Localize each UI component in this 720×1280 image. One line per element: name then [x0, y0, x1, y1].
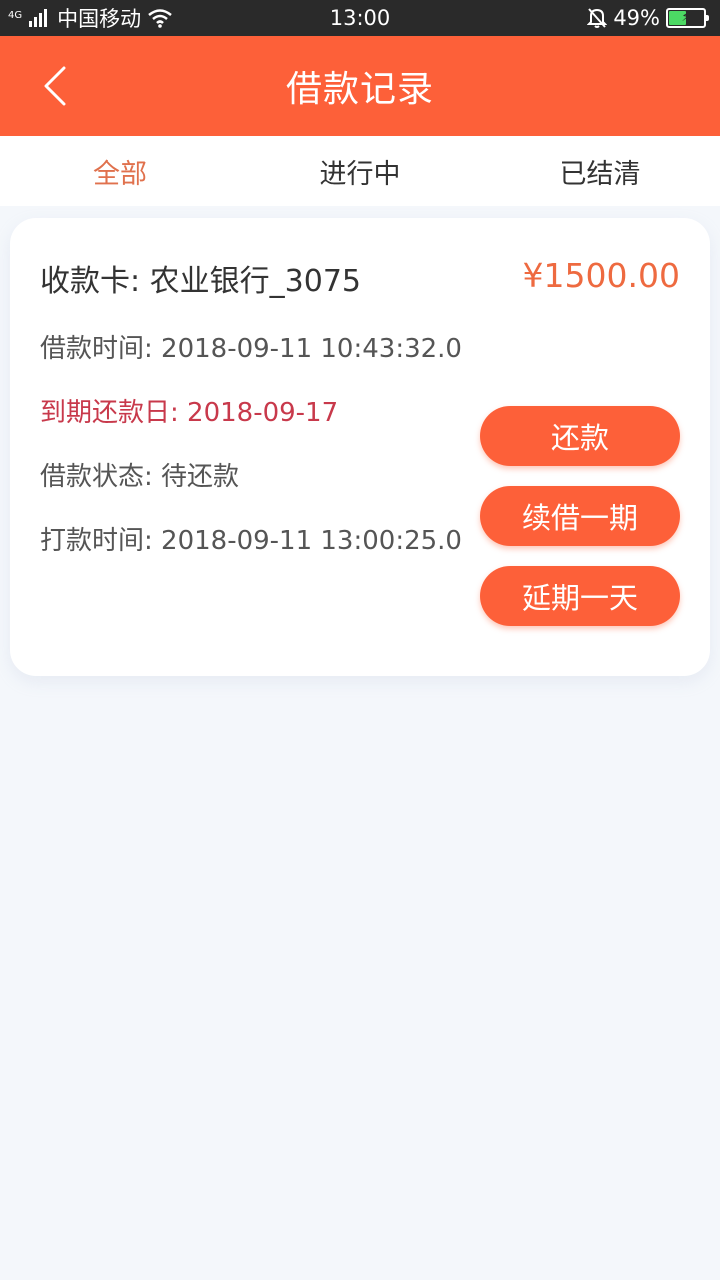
- loan-amount: ¥1500.00: [522, 256, 680, 295]
- status-right: 49% ⚡: [587, 6, 709, 30]
- page-title: 借款记录: [285, 69, 434, 110]
- signal-icon: [29, 9, 48, 27]
- carrier-name: 中国移动: [57, 7, 142, 31]
- loan-status: 借款状态: 待还款: [40, 462, 240, 492]
- borrow-time: 借款时间: 2018-09-11 10:43:32.0: [40, 334, 462, 364]
- loan-card: 收款卡: 农业银行_3075 ¥1500.00 借款时间: 2018-09-11…: [10, 218, 710, 676]
- tab-all[interactable]: 全部: [0, 152, 240, 191]
- due-date: 到期还款日: 2018-09-17: [40, 398, 339, 428]
- chevron-left-icon: [44, 66, 66, 106]
- receiving-card: 收款卡: 农业银行_3075: [40, 264, 361, 299]
- charging-icon: ⚡: [681, 10, 691, 25]
- battery-percent: 49%: [613, 6, 660, 30]
- battery-icon: ⚡: [666, 8, 709, 28]
- tab-settled[interactable]: 已结清: [480, 152, 720, 191]
- nav-bar: 借款记录: [0, 36, 720, 136]
- network-type: 4G: [8, 10, 23, 21]
- status-left: 4G 中国移动: [8, 3, 173, 33]
- back-button[interactable]: [30, 58, 80, 114]
- tab-in-progress[interactable]: 进行中: [240, 152, 480, 191]
- renew-button[interactable]: 续借一期: [480, 486, 680, 546]
- status-bar: 4G 中国移动 13:00 49% ⚡: [0, 0, 720, 36]
- repay-button[interactable]: 还款: [480, 406, 680, 466]
- bell-muted-icon: [587, 8, 608, 28]
- tab-bar: 全部 进行中 已结清: [0, 136, 720, 206]
- wifi-icon: [148, 9, 172, 28]
- delay-button[interactable]: 延期一天: [480, 566, 680, 626]
- payout-time: 打款时间: 2018-09-11 13:00:25.0: [40, 526, 462, 556]
